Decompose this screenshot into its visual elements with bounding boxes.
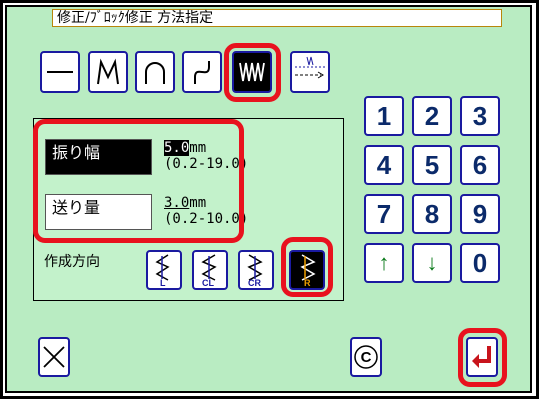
close-icon (43, 346, 65, 368)
svg-text:L: L (160, 278, 166, 288)
stitch-feed-icon (295, 56, 325, 79)
key-6[interactable]: 6 (460, 145, 500, 185)
key-4[interactable]: 4 (364, 145, 404, 185)
direction-cl-icon: CL (201, 254, 217, 288)
clear-icon: C (354, 345, 378, 369)
enter-highlight (458, 328, 507, 387)
key-9[interactable]: 9 (460, 194, 500, 234)
curve-tool[interactable] (182, 51, 222, 93)
key-0[interactable]: 0 (460, 243, 500, 283)
cancel-button[interactable] (38, 337, 70, 377)
direction-label: 作成方向 (44, 254, 100, 270)
settings-highlight (33, 119, 244, 243)
svg-text:CL: CL (202, 278, 214, 288)
key-3[interactable]: 3 (460, 96, 500, 136)
curve-icon (194, 61, 210, 84)
key-down-arrow[interactable]: ↓ (412, 243, 452, 283)
clear-button[interactable]: C (350, 337, 382, 377)
direction-cr-icon: CR (247, 254, 263, 288)
key-7[interactable]: 7 (364, 194, 404, 234)
polyline-icon (97, 58, 119, 85)
straight-line-icon (47, 71, 73, 73)
polyline-tool[interactable] (88, 51, 128, 93)
direction-cr-button[interactable]: CR (238, 250, 274, 290)
svg-text:C: C (361, 349, 372, 366)
key-1[interactable]: 1 (364, 96, 404, 136)
key-5[interactable]: 5 (412, 145, 452, 185)
direction-l-icon: L (155, 254, 170, 288)
key-up-arrow[interactable]: ↑ (364, 243, 404, 283)
key-2[interactable]: 2 (412, 96, 452, 136)
svg-text:CR: CR (248, 278, 261, 288)
page-title: 修正/ﾌﾞﾛｯｸ修正 方法指定 (52, 9, 502, 27)
key-8[interactable]: 8 (412, 194, 452, 234)
straight-line-tool[interactable] (40, 51, 80, 93)
arc-tool[interactable] (135, 51, 175, 93)
direction-l-button[interactable]: L (146, 250, 182, 290)
stitch-feed-tool[interactable] (290, 51, 330, 93)
direction-highlight (281, 237, 333, 297)
direction-cl-button[interactable]: CL (192, 250, 228, 290)
arc-icon (145, 62, 165, 84)
zigzag-highlight (224, 43, 281, 102)
